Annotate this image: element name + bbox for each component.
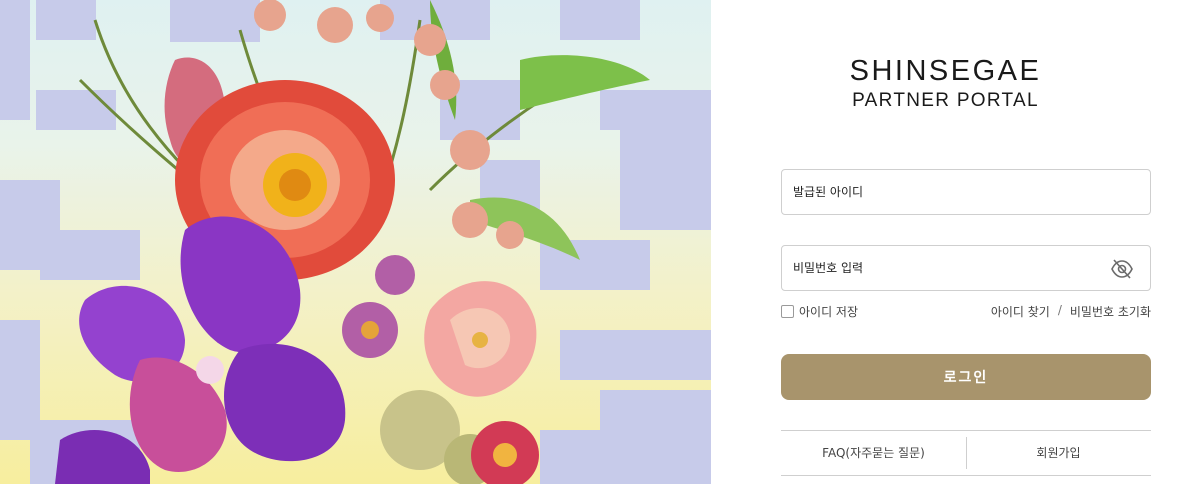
eye-off-icon[interactable]	[1110, 258, 1134, 280]
signup-link[interactable]: 회원가입	[966, 431, 1151, 475]
password-field	[781, 245, 1151, 291]
hero-floral-image	[0, 0, 711, 484]
footer-links: FAQ(자주묻는 질문) 회원가입	[781, 430, 1151, 476]
brand-logo-title: SHINSEGAE	[849, 55, 1042, 87]
link-separator: /	[1057, 303, 1062, 317]
login-panel: SHINSEGAE PARTNER PORTAL 아이디 저장 아이디 찾기	[711, 0, 1180, 484]
login-page: SHINSEGAE PARTNER PORTAL 아이디 저장 아이디 찾기	[0, 0, 1180, 484]
faq-link[interactable]: FAQ(자주묻는 질문)	[781, 431, 966, 475]
reset-password-link[interactable]: 비밀번호 초기화	[1070, 303, 1151, 320]
password-input[interactable]	[782, 246, 1082, 290]
login-button[interactable]: 로그인	[781, 354, 1151, 400]
login-options: 아이디 저장 아이디 찾기 / 비밀번호 초기화	[781, 303, 1151, 321]
user-id-input[interactable]	[782, 170, 1082, 214]
floral-illustration	[0, 0, 711, 484]
brand-logo-subtitle: PARTNER PORTAL	[852, 90, 1039, 111]
find-id-link[interactable]: 아이디 찾기	[991, 303, 1050, 320]
remember-id-checkbox[interactable]: 아이디 저장	[781, 303, 858, 320]
account-help-links: 아이디 찾기 / 비밀번호 초기화	[991, 303, 1151, 320]
remember-id-label: 아이디 저장	[799, 305, 859, 319]
checkbox-icon[interactable]	[781, 305, 794, 318]
user-id-field	[781, 169, 1151, 215]
